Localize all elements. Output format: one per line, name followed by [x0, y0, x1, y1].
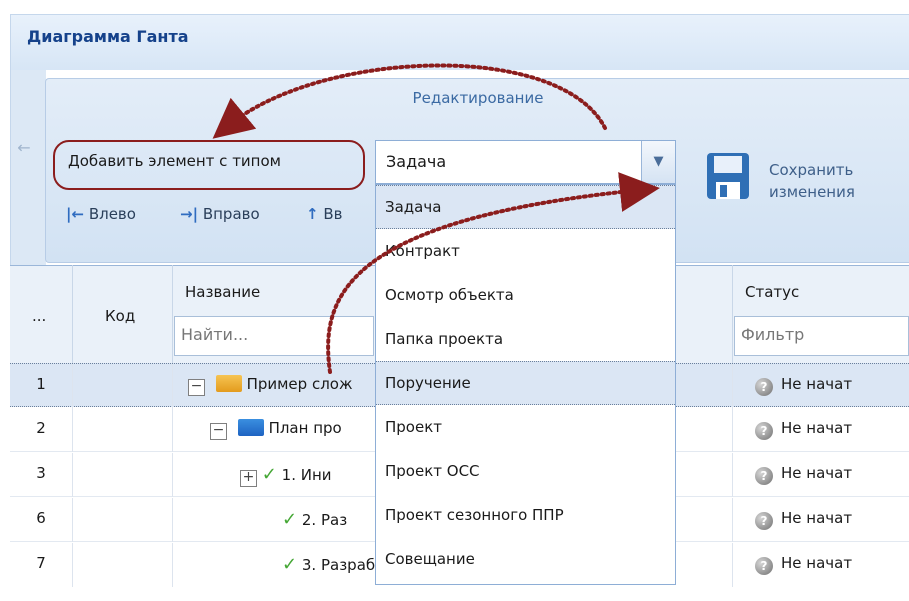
- move-up-label: Вв: [323, 205, 343, 223]
- row-number: 2: [36, 419, 46, 437]
- collapse-icon[interactable]: −: [188, 379, 205, 396]
- dropdown-option-assignment[interactable]: Поручение: [376, 361, 675, 405]
- check-icon: ✓: [282, 509, 298, 530]
- dropdown-option-meeting[interactable]: Совещание: [376, 537, 675, 581]
- save-label-line1: Сохранить: [769, 161, 854, 179]
- ribbon-group-title: Редактирование: [412, 89, 544, 107]
- folder-icon: [237, 419, 264, 436]
- move-up-icon: ↑: [306, 205, 319, 223]
- dropdown-option-seasonal-project[interactable]: Проект сезонного ППР: [376, 493, 675, 537]
- move-right-label: Вправо: [202, 205, 260, 223]
- move-up-button[interactable]: ↑ Вв: [306, 205, 343, 223]
- column-code-header[interactable]: Код: [72, 265, 172, 368]
- dropdown-option-task[interactable]: Задача: [376, 185, 675, 229]
- row-name: 1. Ини: [281, 466, 332, 484]
- expand-icon[interactable]: +: [240, 470, 257, 487]
- row-status: ? Не начат: [755, 554, 852, 575]
- window-title-bar: Диаграмма Ганта: [10, 14, 909, 70]
- save-changes-button[interactable]: Сохранить изменения: [706, 152, 906, 212]
- row-status: ? Не начат: [755, 509, 852, 530]
- dropdown-option-project-folder[interactable]: Папка проекта: [376, 317, 675, 361]
- check-icon: ✓: [282, 554, 298, 575]
- row-number: 1: [36, 375, 46, 393]
- question-status-icon: ?: [755, 467, 773, 485]
- row-status: ? Не начат: [755, 419, 852, 440]
- dropdown-option-project[interactable]: Проект: [376, 405, 675, 449]
- collapse-icon[interactable]: −: [210, 423, 227, 440]
- row-status: ? Не начат: [755, 464, 852, 485]
- question-status-icon: ?: [755, 378, 773, 396]
- ribbon-scroll-strip: [10, 70, 46, 265]
- move-right-button[interactable]: →| Вправо: [180, 205, 260, 223]
- row-number: 7: [36, 554, 46, 572]
- type-select-value: Задача: [386, 152, 447, 171]
- row-name: План про: [268, 419, 342, 437]
- move-left-label: Влево: [88, 205, 136, 223]
- add-type-label: Добавить элемент с типом: [68, 152, 281, 170]
- folder-user-icon: [215, 375, 242, 392]
- question-status-icon: ?: [755, 557, 773, 575]
- save-label-line2: изменения: [769, 183, 855, 201]
- name-filter-input[interactable]: Найти...: [174, 316, 374, 356]
- move-left-button[interactable]: |← Влево: [66, 205, 136, 223]
- dropdown-option-site-inspection[interactable]: Осмотр объекта: [376, 273, 675, 317]
- question-status-icon: ?: [755, 512, 773, 530]
- move-right-icon: →|: [180, 205, 199, 223]
- row-name: 2. Раз: [301, 511, 348, 529]
- check-icon: ✓: [261, 464, 277, 485]
- row-status: ? Не начат: [755, 375, 852, 396]
- row-name: Пример слож: [246, 375, 353, 393]
- row-number: 3: [36, 464, 46, 482]
- move-left-icon: |←: [66, 205, 85, 223]
- element-type-select[interactable]: Задача ▼: [375, 140, 676, 184]
- arrow-left-icon[interactable]: ←: [14, 138, 34, 158]
- save-disk-icon: [707, 153, 749, 199]
- column-dots-header[interactable]: ...: [10, 265, 72, 368]
- status-filter-input[interactable]: Фильтр: [734, 316, 909, 356]
- chevron-down-icon[interactable]: ▼: [641, 141, 675, 183]
- dropdown-option-project-oss[interactable]: Проект ОСС: [376, 449, 675, 493]
- element-type-dropdown-list: Задача Контракт Осмотр объекта Папка про…: [375, 184, 676, 585]
- window-title: Диаграмма Ганта: [27, 27, 189, 46]
- question-status-icon: ?: [755, 422, 773, 440]
- dropdown-option-contract[interactable]: Контракт: [376, 229, 675, 273]
- row-number: 6: [36, 509, 46, 527]
